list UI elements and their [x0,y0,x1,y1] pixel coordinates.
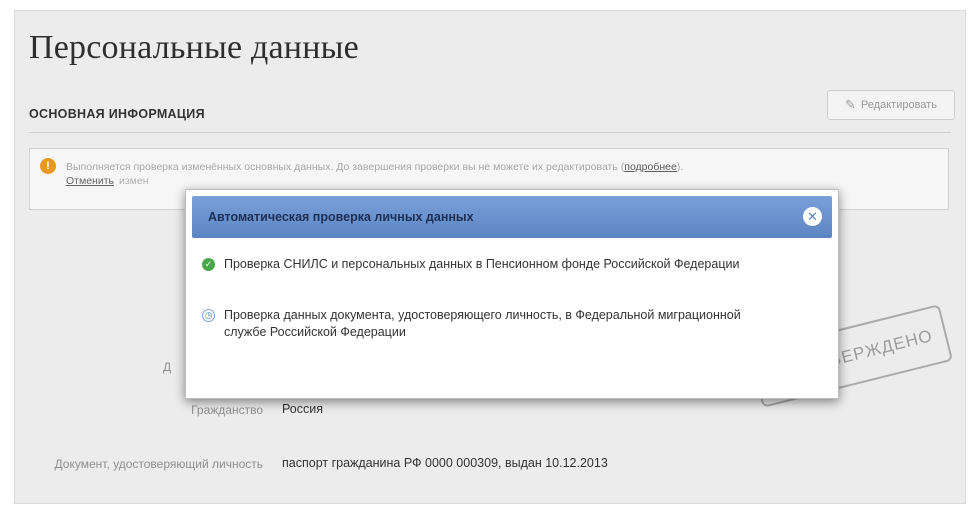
personal-data-page: Персональные данные ОСНОВНАЯ ИНФОРМАЦИЯ … [14,10,966,504]
check-item-snils: ✓ Проверка СНИЛС и персональных данных в… [202,256,782,273]
section-title: ОСНОВНАЯ ИНФОРМАЦИЯ [29,107,205,121]
check-item-identity-document: ◷ Проверка данных документа, удостоверяю… [202,307,782,341]
edit-button[interactable]: ✎ Редактировать [827,90,955,120]
notice-cancel-rest: измен [119,175,149,187]
field-label-identity-document: Документ, удостоверяющий личность [54,457,263,471]
pencil-icon: ✎ [845,97,856,112]
check-item-text: Проверка данных документа, удостоверяюще… [224,308,741,339]
clock-icon: ◷ [202,309,215,322]
field-value-citizenship: Россия [282,402,323,416]
notice-cancel-link[interactable]: Отменить [66,175,114,187]
field-label-citizenship: Гражданство [191,403,263,417]
close-icon[interactable]: ✕ [803,207,822,226]
section-divider [29,132,951,133]
field-value-identity-document: паспорт гражданина РФ 0000 000309, выдан… [282,456,608,470]
auto-check-dialog: Автоматическая проверка личных данных ✕ … [185,189,839,399]
field-label-partial: Д [163,360,172,374]
warning-icon: ! [40,158,56,174]
dialog-title: Автоматическая проверка личных данных [208,210,474,224]
notice-more-link[interactable]: подробнее [624,161,677,173]
notice-text: Выполняется проверка изменённых основных… [66,161,684,173]
notice-message: Выполняется проверка изменённых основных… [66,161,618,173]
check-icon: ✓ [202,258,215,271]
check-item-text: Проверка СНИЛС и персональных данных в П… [224,257,740,271]
page-title: Персональные данные [29,29,359,66]
dialog-header: Автоматическая проверка личных данных ✕ [192,196,832,238]
edit-button-label: Редактировать [860,99,937,111]
